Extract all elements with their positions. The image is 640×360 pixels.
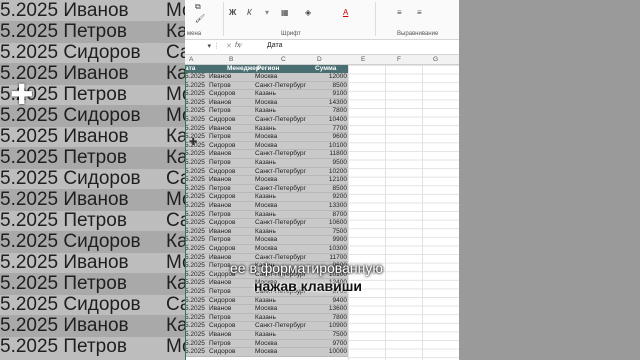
column-header-d[interactable]: D: [317, 56, 322, 63]
background-row: 5.2025 Петров Мо: [0, 336, 185, 358]
fx-icon[interactable]: fx: [235, 42, 240, 49]
column-header-b[interactable]: B: [229, 56, 233, 63]
excel-panel: ⧉ 🖌 мена Ж К ▾ ▦ ◈ A Шрифт ≡ ≡ Выравнива…: [185, 0, 459, 360]
background-row-text: 5.2025 Иванов: [0, 252, 129, 273]
copy-icon[interactable]: ⧉: [195, 2, 201, 12]
background-row-text: 5.2025 Петров: [0, 147, 127, 168]
column-header-g[interactable]: G: [433, 56, 438, 63]
background-row: 5.2025 Петров Ка: [0, 273, 185, 295]
formula-bar-icons[interactable]: ⋮ ✕ ✓: [213, 42, 246, 50]
background-row: 5.2025 Петров Ка: [0, 147, 185, 169]
background-row-text: 5.2025 Иванов: [0, 189, 129, 210]
background-row-text: 5.2025 Сидоров: [0, 231, 141, 252]
underline-icon[interactable]: ▾: [265, 8, 269, 17]
cell-cursor-icon: ✚: [189, 137, 198, 148]
background-row: 5.2025 Иванов Мо: [0, 0, 185, 22]
font-group-label: Шрифт: [281, 31, 301, 37]
selection-border: [185, 65, 348, 360]
background-row-region: Мо: [166, 0, 185, 21]
alignment-group-label: Выравнивание: [397, 31, 439, 37]
clipboard-group-label: мена: [187, 31, 202, 37]
background-row-text: 5.2025 Петров: [0, 336, 127, 357]
clipboard-group: ⧉ 🖌 мена: [185, 0, 223, 40]
background-row-text: 5.2025 Петров: [0, 21, 127, 42]
background-row: 5.2025 Петров Са: [0, 210, 185, 232]
background-row-region: Са: [166, 168, 185, 189]
background-row: 5.2025 Сидоров Са: [0, 42, 185, 64]
background-sheet-right: [459, 0, 640, 360]
background-row: 5.2025 Иванов Ка: [0, 126, 185, 148]
background-row: 5.2025 Сидоров Са: [0, 168, 185, 190]
background-row-text: 5.2025 Петров: [0, 273, 127, 294]
align-center-icon[interactable]: ≡: [417, 8, 422, 17]
formula-bar: ▾ ⋮ ✕ ✓ fx Дата: [185, 40, 459, 55]
background-row-text: 5.2025 Сидоров: [0, 168, 141, 189]
background-row-region: Ка: [166, 231, 185, 252]
background-row: 5.2025 Петров Ка: [0, 21, 185, 43]
background-row-region: Ка: [166, 21, 185, 42]
background-row-region: Мо: [166, 105, 185, 126]
background-row-region: Ка: [166, 315, 185, 336]
font-color-button[interactable]: A: [343, 8, 348, 17]
background-sheet-left: 5.2025 ИвановМо5.2025 ПетровКа5.2025 Сид…: [0, 0, 185, 360]
background-row-region: Са: [166, 294, 185, 315]
column-header-c[interactable]: C: [281, 56, 286, 63]
borders-icon[interactable]: ▦: [281, 8, 289, 17]
background-row: 5.2025 Иванов Мо: [0, 252, 185, 274]
alignment-group: ≡ ≡ Выравнивание: [377, 0, 459, 40]
subtitle-line-2: нажав клавиши: [254, 278, 362, 294]
subtitle-line-1: ее в форматированную: [230, 260, 383, 276]
background-row-region: Мо: [166, 189, 185, 210]
background-row: 5.2025 Сидоров Са: [0, 294, 185, 316]
empty-cells[interactable]: [348, 65, 459, 360]
italic-button[interactable]: К: [247, 8, 252, 17]
column-header-f[interactable]: F: [397, 56, 401, 63]
background-row-text: 5.2025 Иванов: [0, 0, 129, 21]
formula-input[interactable]: Дата: [267, 42, 283, 49]
background-row-region: Мо: [166, 336, 185, 357]
background-row-text: 5.2025 Петров: [0, 210, 127, 231]
font-group: Ж К ▾ ▦ ◈ A Шрифт: [225, 0, 365, 40]
background-row-text: 5.2025 Иванов: [0, 315, 129, 336]
fill-color-icon[interactable]: ◈: [305, 8, 311, 17]
background-row-region: Са: [166, 42, 185, 63]
align-left-icon[interactable]: ≡: [397, 8, 402, 17]
background-row-region: Мо: [166, 252, 185, 273]
background-row-text: 5.2025 Сидоров: [0, 42, 141, 63]
column-header-a[interactable]: A: [189, 56, 193, 63]
background-row: 5.2025 Сидоров Ка: [0, 231, 185, 253]
background-row-text: 5.2025 Сидоров: [0, 294, 141, 315]
format-painter-icon[interactable]: 🖌: [195, 14, 205, 23]
background-row-text: 5.2025 Иванов: [0, 126, 129, 147]
name-box-dropdown-icon[interactable]: ▾: [187, 42, 211, 53]
background-row-region: Ка: [166, 273, 185, 294]
ribbon: ⧉ 🖌 мена Ж К ▾ ▦ ◈ A Шрифт ≡ ≡ Выравнива…: [185, 0, 459, 40]
background-row: 5.2025 Иванов Мо: [0, 189, 185, 211]
worksheet-grid[interactable]: ата Менеджер Регион Сумма 5.2025 Иванов Москв…: [185, 65, 459, 360]
background-row-region: Ка: [166, 126, 185, 147]
background-row-region: Мо: [166, 84, 185, 105]
background-row: 5.2025 Иванов Ка: [0, 315, 185, 337]
bold-button[interactable]: Ж: [229, 8, 236, 17]
background-row-region: Ка: [166, 63, 185, 84]
background-row-region: Са: [166, 210, 185, 231]
background-row-region: Ка: [166, 147, 185, 168]
column-headers: A B C D E F G: [185, 55, 459, 65]
column-header-e[interactable]: E: [361, 56, 365, 63]
crosshair-cursor-icon: ✚: [10, 79, 34, 110]
